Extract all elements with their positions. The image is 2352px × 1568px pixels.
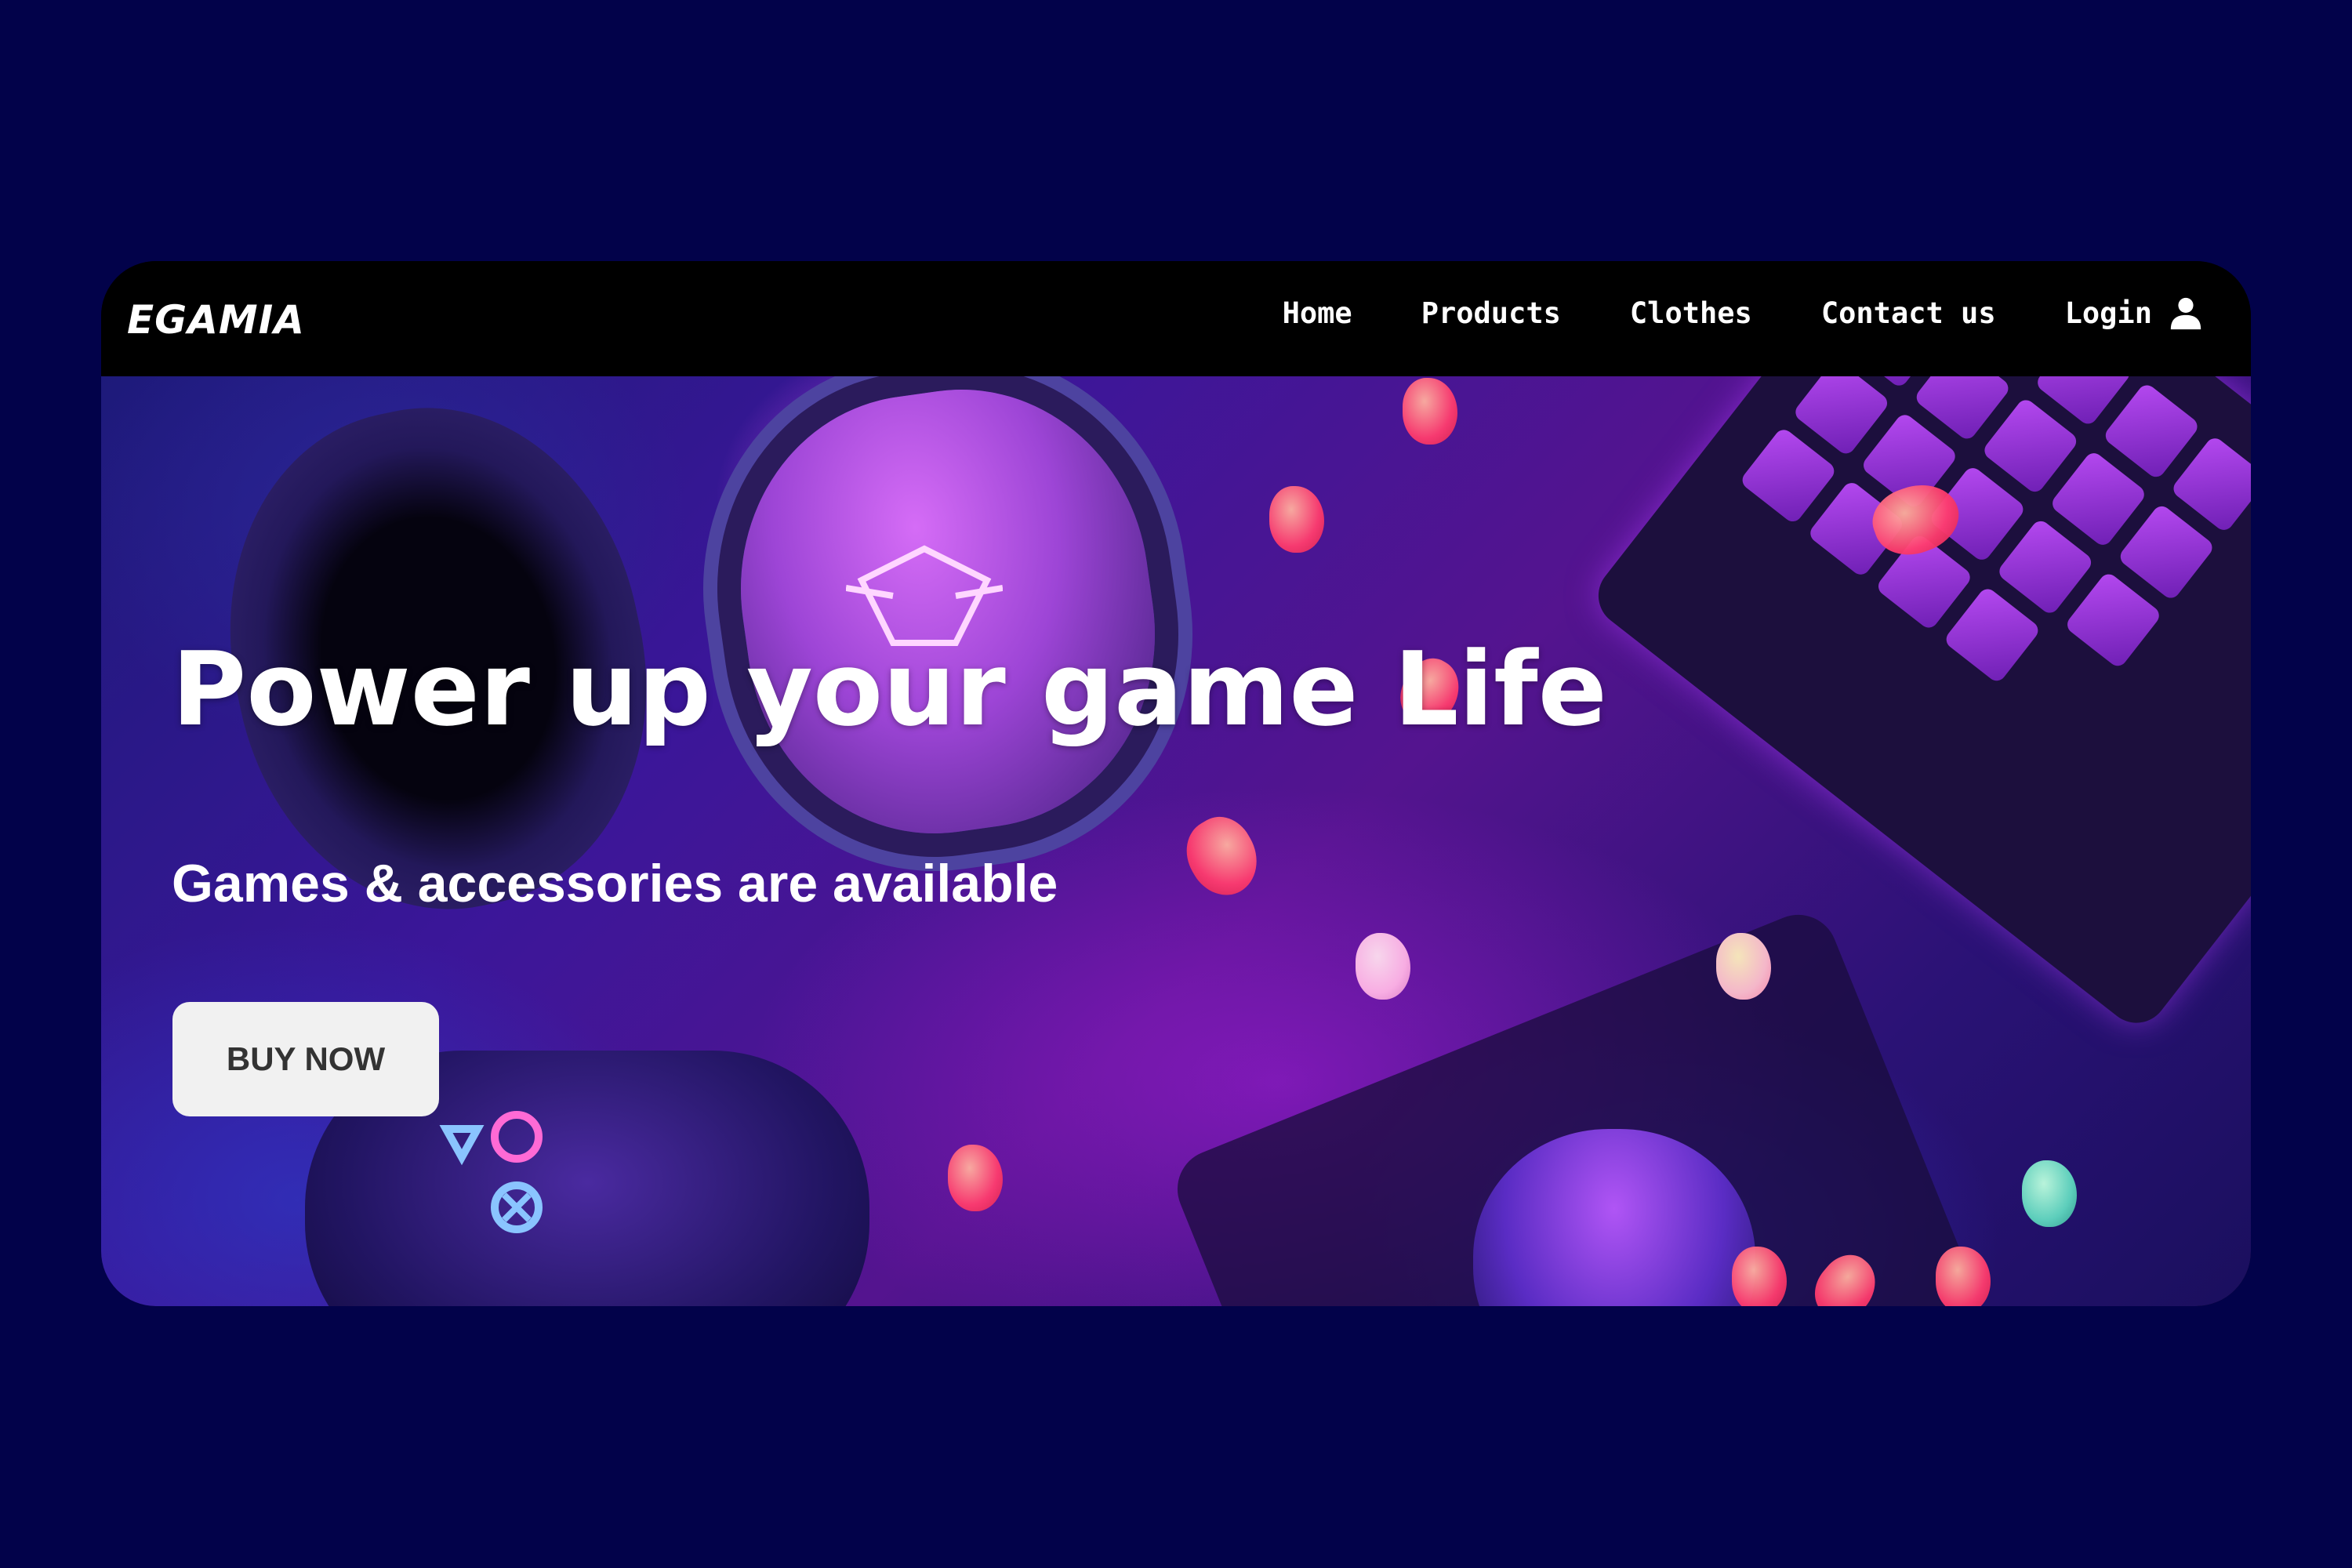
candy-decoration: [1356, 933, 1410, 1000]
candy-decoration: [1174, 805, 1271, 908]
controller-buttons-icon: [439, 1111, 543, 1233]
hero-subheadline: Games & accessories are available: [172, 854, 1058, 913]
hero-background-image: [101, 261, 2251, 1306]
nav-link-contact-us[interactable]: Contact us: [1821, 296, 1996, 330]
candy-decoration: [2022, 1160, 2077, 1227]
candy-decoration: [1936, 1247, 1991, 1306]
site-logo[interactable]: EGAMIA: [127, 297, 305, 343]
nav-link-products[interactable]: Products: [1421, 296, 1561, 330]
candy-decoration: [1269, 486, 1324, 553]
candy-decoration: [1716, 933, 1771, 1000]
hero-card: EGAMIA Home Products Clothes Contact us …: [101, 261, 2251, 1306]
login-label: Login: [2064, 296, 2152, 330]
navbar: EGAMIA Home Products Clothes Contact us …: [101, 261, 2251, 376]
candy-decoration: [948, 1145, 1003, 1211]
main-nav: Home Products Clothes Contact us Login: [1214, 295, 2204, 331]
hero-headline: Power up your game Life: [172, 630, 1607, 749]
buy-now-button[interactable]: BUY NOW: [172, 1002, 439, 1116]
nav-link-home[interactable]: Home: [1283, 296, 1352, 330]
user-icon: [2170, 297, 2201, 330]
keyboard: [1585, 261, 2251, 1036]
login-link[interactable]: Login: [2065, 295, 2204, 331]
candy-decoration: [1403, 378, 1457, 445]
nav-link-clothes[interactable]: Clothes: [1630, 296, 1752, 330]
